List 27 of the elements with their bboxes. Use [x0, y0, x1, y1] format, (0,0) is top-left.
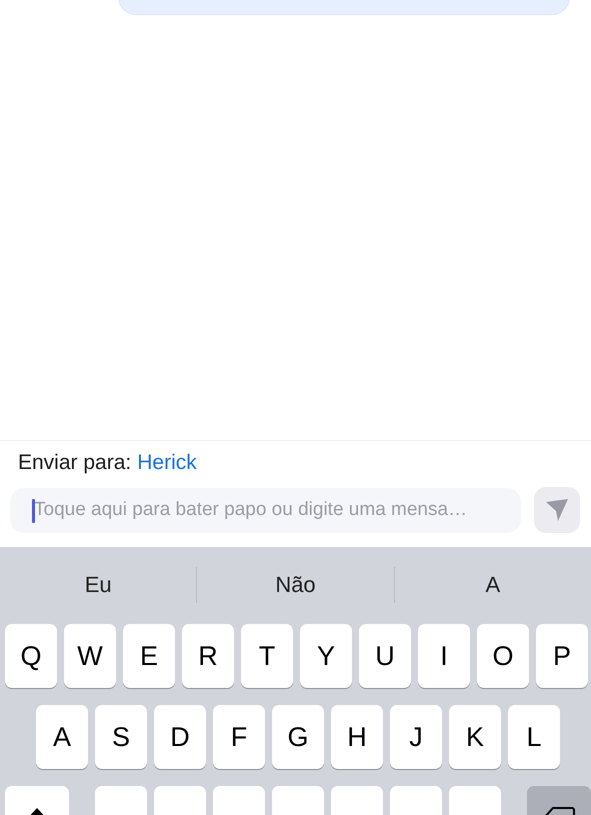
- key[interactable]: O: [477, 624, 529, 688]
- key[interactable]: I: [418, 624, 470, 688]
- key[interactable]: H: [331, 705, 383, 769]
- key[interactable]: Y: [300, 624, 352, 688]
- key[interactable]: A: [36, 705, 88, 769]
- recipient-label: Enviar para:: [18, 451, 132, 475]
- key[interactable]: Q: [5, 624, 57, 688]
- suggestion[interactable]: Não: [197, 570, 394, 598]
- key[interactable]: R: [182, 624, 234, 688]
- message-input-field[interactable]: Toque aqui para bater papo ou digite uma mensa…: [10, 488, 521, 532]
- key[interactable]: P: [536, 624, 588, 688]
- suggestion[interactable]: Eu: [0, 570, 196, 598]
- recipient-name[interactable]: Herick: [137, 451, 197, 475]
- key[interactable]: L: [508, 705, 560, 769]
- key[interactable]: J: [390, 705, 442, 769]
- send-button[interactable]: [534, 487, 580, 533]
- key[interactable]: K: [449, 705, 501, 769]
- key[interactable]: S: [95, 705, 147, 769]
- key[interactable]: U: [359, 624, 411, 688]
- key[interactable]: T: [241, 624, 293, 688]
- key[interactable]: E: [123, 624, 175, 688]
- suggestion[interactable]: A: [394, 570, 591, 598]
- key[interactable]: D: [154, 705, 206, 769]
- send-icon: [545, 498, 569, 522]
- key[interactable]: G: [272, 705, 324, 769]
- key[interactable]: F: [213, 705, 265, 769]
- key[interactable]: W: [64, 624, 116, 688]
